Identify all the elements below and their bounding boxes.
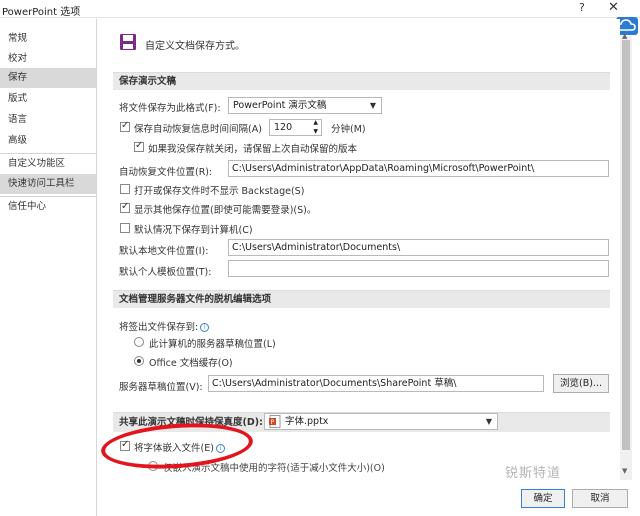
no-backstage-label: 打开或保存文件时不显示 Backstage(S) [134, 186, 305, 197]
sidebar-item-proofing[interactable]: 校对 [0, 49, 96, 69]
server-drafts-radio[interactable] [134, 337, 144, 347]
scroll-down-icon[interactable]: ▼ [622, 467, 627, 475]
save-to-computer-label: 默认情况下保存到计算机(C) [134, 225, 253, 236]
minutes-label: 分钟(M) [331, 124, 366, 135]
chevron-down-icon: ▼ [485, 417, 492, 426]
ok-button[interactable]: 确定 [521, 489, 565, 508]
title-bar: PowerPoint 选项 ? ✕ [0, 0, 640, 18]
personal-templates-label: 默认个人模板位置(T): [119, 267, 212, 278]
show-extra-locations-checkbox[interactable] [120, 201, 130, 213]
section-save-presentations: 保存演示文稿 [113, 72, 610, 90]
sidebar-item-quick-access[interactable]: 快速访问工具栏 [0, 174, 96, 194]
autorecover-checkbox[interactable] [120, 120, 130, 132]
stepper-arrows-icon[interactable]: ▲ ▼ [313, 120, 318, 135]
office-cache-radio[interactable] [134, 356, 144, 366]
autorecover-location-label: 自动恢复文件位置(R): [119, 167, 213, 178]
page-title: 自定义文档保存方式。 [145, 41, 245, 52]
default-local-location-input[interactable]: C:\Users\Administrator\Documents\ [228, 239, 609, 256]
save-checkout-label: 将签出文件保存到: i [119, 319, 210, 333]
save-format-label: 将文件保存为此格式(F): [119, 103, 221, 114]
sidebar-item-language[interactable]: 语言 [0, 110, 96, 130]
autorecover-location-input[interactable]: C:\Users\Administrator\AppData\Roaming\M… [228, 160, 609, 177]
sidebar-item-layout[interactable]: 版式 [0, 89, 96, 109]
server-drafts-label: 此计算机的服务器草稿位置(L) [149, 339, 276, 350]
keep-last-version-checkbox[interactable] [134, 140, 144, 152]
office-cache-label: Office 文档缓存(O) [149, 358, 233, 369]
browse-button[interactable]: 浏览(B)... [553, 374, 609, 393]
personal-templates-input[interactable] [228, 260, 609, 277]
sidebar-item-advanced[interactable]: 高级 [0, 131, 96, 151]
autorecover-label: 保存自动恢复信息时间间隔(A) [134, 124, 262, 135]
window-title: PowerPoint 选项 [2, 7, 81, 18]
help-button[interactable]: ? [579, 1, 585, 14]
powerpoint-file-icon: P [269, 415, 281, 428]
svg-text:P: P [271, 419, 275, 426]
sidebar-item-general[interactable]: 常规 [0, 29, 96, 49]
fidelity-file-value: 字体.pptx [285, 416, 329, 427]
save-to-computer-checkbox[interactable] [120, 223, 130, 233]
default-local-location-label: 默认本地文件位置(I): [119, 246, 209, 257]
info-icon: i [200, 323, 210, 332]
scroll-up-icon[interactable]: ▲ [622, 32, 627, 40]
no-backstage-checkbox[interactable] [120, 184, 130, 194]
keep-last-version-label: 如果我没保存就关闭，请保留上次自动保留的版本 [148, 144, 358, 155]
sidebar-item-save[interactable]: 保存 [0, 68, 96, 88]
sidebar-item-trust-center[interactable]: 信任中心 [0, 196, 96, 216]
sidebar-item-customize-ribbon[interactable]: 自定义功能区 [0, 153, 96, 173]
cancel-button[interactable]: 取消 [572, 489, 628, 508]
fidelity-file-select[interactable]: P 字体.pptx ▼ [264, 413, 498, 430]
save-format-value: PowerPoint 演示文稿 [233, 100, 327, 111]
save-checkout-text: 将签出文件保存到: [119, 322, 199, 333]
scrollbar-thumb[interactable] [622, 40, 630, 450]
save-format-select[interactable]: PowerPoint 演示文稿 ▼ [228, 97, 382, 114]
sidebar-nav: 常规 校对 保存 版式 语言 高级 自定义功能区 快速访问工具栏 信任中心 [0, 19, 97, 516]
server-drafts-location-label: 服务器草稿位置(V): [119, 382, 203, 393]
show-extra-locations-label: 显示其他保存位置(即使可能需要登录)(S)。 [134, 205, 317, 216]
chevron-down-icon: ▼ [369, 101, 376, 110]
close-button[interactable]: ✕ [608, 0, 619, 15]
save-disk-icon [119, 33, 137, 51]
server-drafts-location-input[interactable]: C:\Users\Administrator\Documents\SharePo… [208, 375, 544, 392]
autorecover-minutes-value: 120 [274, 122, 293, 133]
section-offline-editing: 文档管理服务器文件的脱机编辑选项 [113, 290, 610, 308]
autorecover-minutes-stepper[interactable]: 120 ▲ ▼ [269, 119, 322, 136]
watermark-text: 锐斯特道 [505, 466, 562, 481]
